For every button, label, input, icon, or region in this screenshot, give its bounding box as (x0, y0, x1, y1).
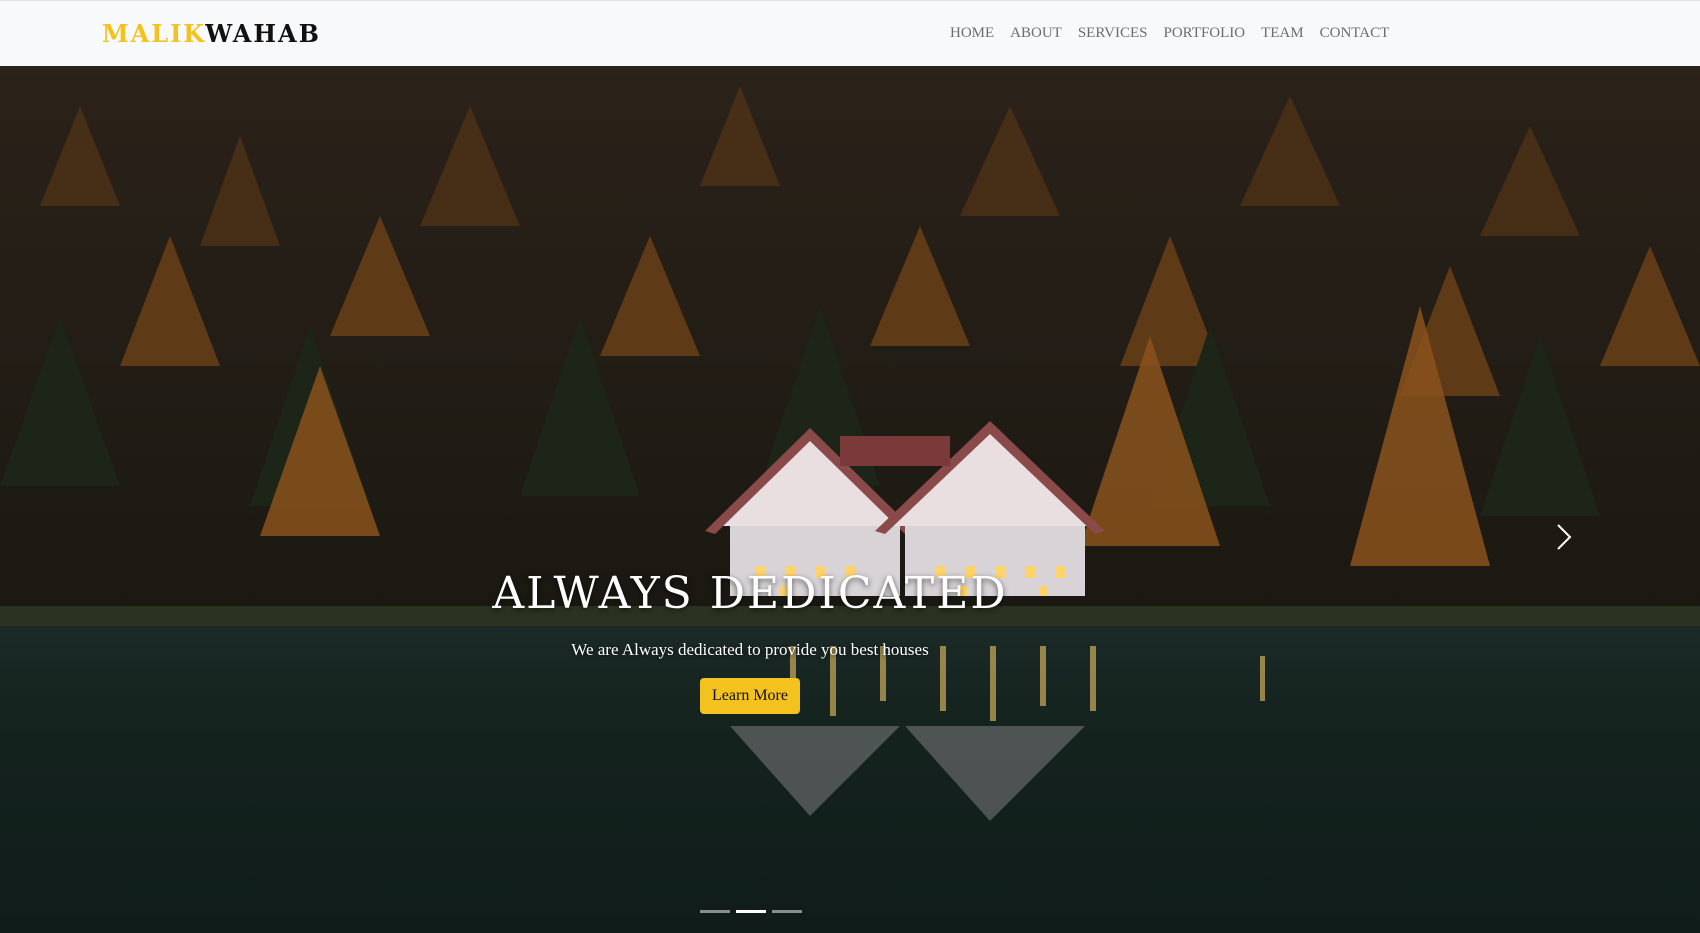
nav-team[interactable]: TEAM (1261, 25, 1304, 42)
hero-subtitle: We are Always dedicated to provide you b… (571, 640, 929, 659)
carousel-indicators (700, 910, 802, 913)
nav-home[interactable]: HOME (950, 25, 994, 42)
brand-part-1: MALIK (102, 19, 206, 48)
hero-carousel: ALWAYS DEDICATED We are Always dedicated… (0, 66, 1700, 933)
chevron-right-icon (1557, 524, 1572, 550)
nav-links: HOME ABOUT SERVICES PORTFOLIO TEAM CONTA… (950, 25, 1405, 42)
carousel-indicator-3[interactable] (772, 910, 802, 913)
brand-part-2: WAHAB (205, 19, 321, 48)
nav-portfolio[interactable]: PORTFOLIO (1164, 25, 1246, 42)
carousel-next-button[interactable] (1548, 522, 1578, 552)
brand-logo[interactable]: MALIKWAHAB (102, 19, 321, 48)
learn-more-button[interactable]: Learn More (700, 678, 800, 714)
carousel-indicator-1[interactable] (700, 910, 730, 913)
navbar: MALIKWAHAB HOME ABOUT SERVICES PORTFOLIO… (0, 0, 1700, 66)
carousel-indicator-2[interactable] (736, 910, 766, 913)
hero-background-image (0, 66, 1700, 626)
nav-services[interactable]: SERVICES (1078, 25, 1148, 42)
carousel-caption: ALWAYS DEDICATED We are Always dedicated… (0, 566, 1500, 714)
hero-title: ALWAYS DEDICATED (492, 568, 1008, 619)
nav-about[interactable]: ABOUT (1010, 25, 1062, 42)
nav-contact[interactable]: CONTACT (1320, 25, 1390, 42)
